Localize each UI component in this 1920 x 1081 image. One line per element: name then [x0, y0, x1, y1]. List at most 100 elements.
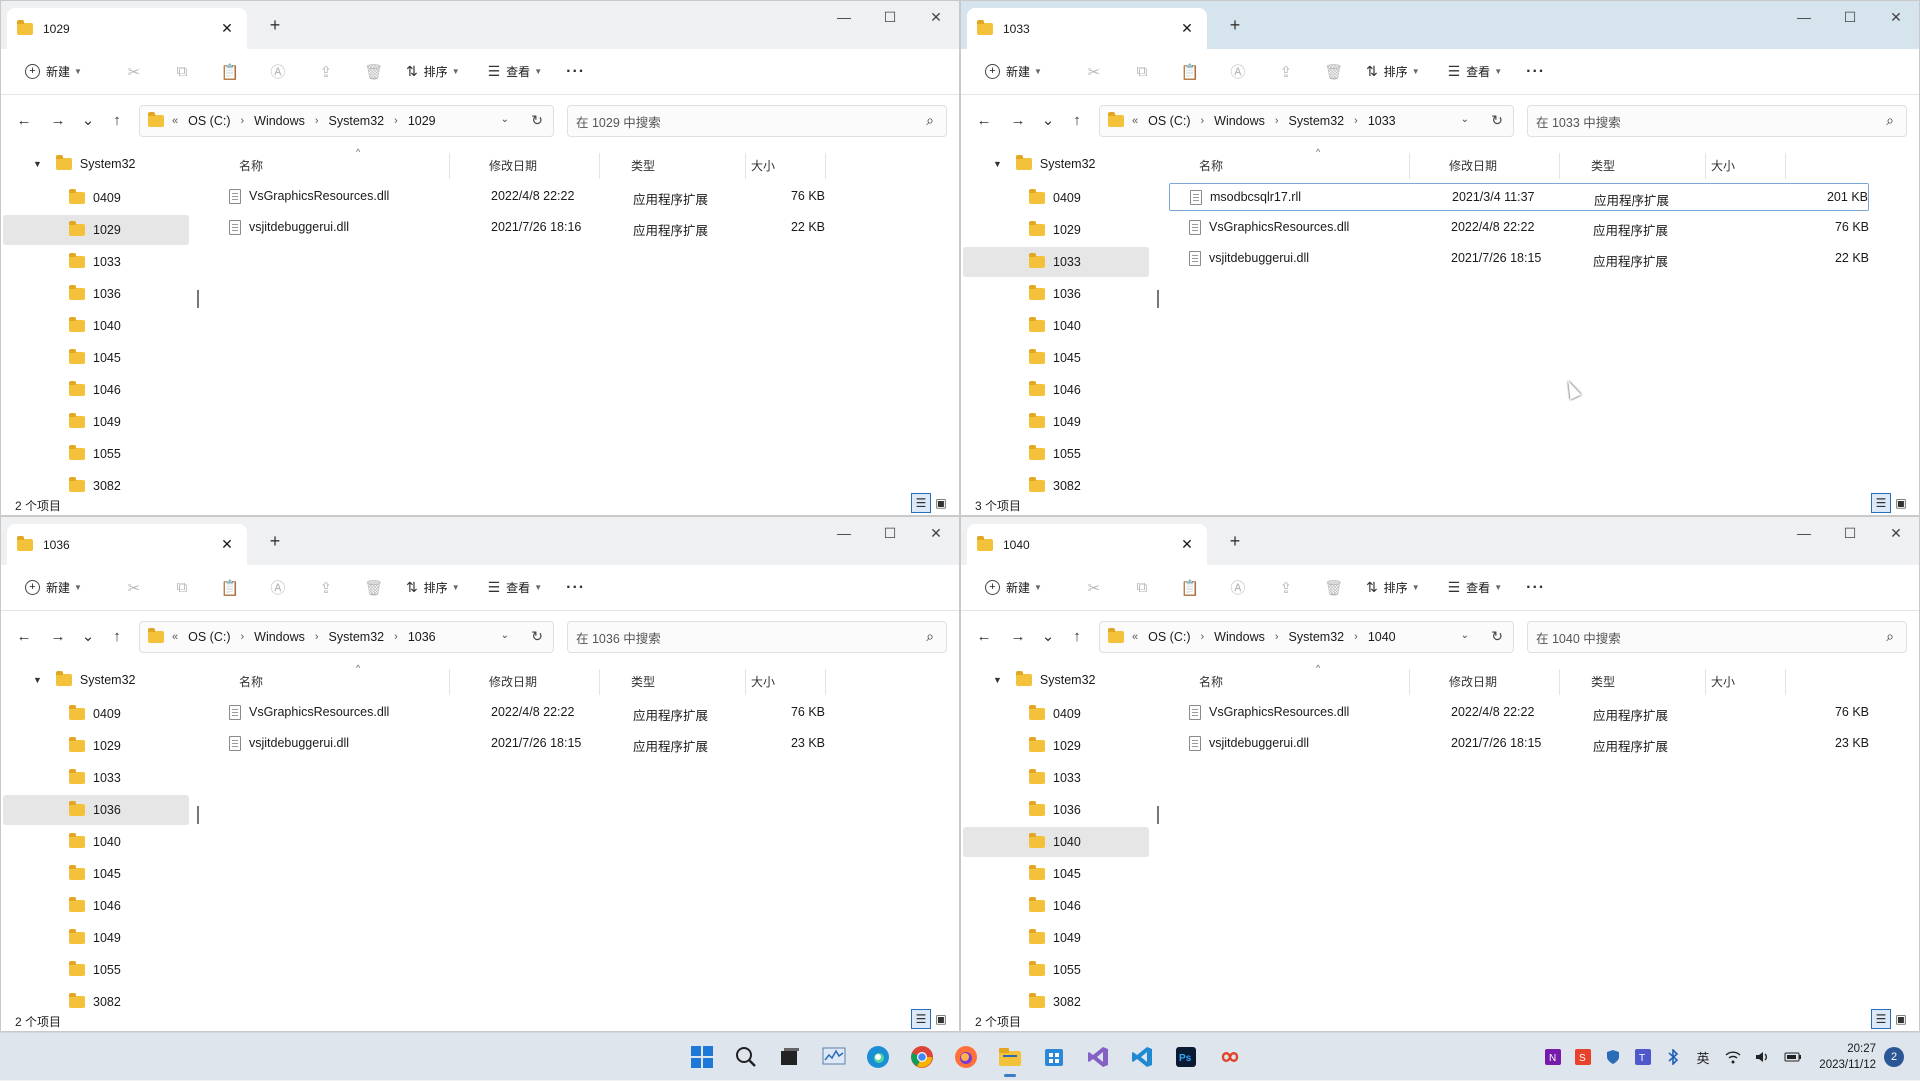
close-tab-icon[interactable]: ✕ — [1177, 20, 1197, 37]
column-header-name[interactable]: 名称 — [1199, 673, 1223, 690]
paste-icon[interactable]: 📋 — [206, 573, 254, 603]
breadcrumb-chevron-icon[interactable]: › — [394, 631, 398, 643]
tree-item-1055[interactable]: 1055 — [963, 955, 1149, 985]
tree-item-1045[interactable]: 1045 — [3, 859, 189, 889]
clock[interactable]: 20:27 2023/11/12 — [1808, 1041, 1876, 1073]
rename-icon[interactable]: Ⓐ — [254, 57, 302, 87]
new-button[interactable]: + 新建 ▼ — [979, 573, 1048, 603]
column-divider[interactable] — [1409, 669, 1410, 695]
tree-item-system32[interactable]: ▼ System32 — [993, 671, 1096, 687]
tab-1033[interactable]: 1033 ✕ — [967, 8, 1207, 49]
search-icon[interactable]: ⌕ — [1886, 628, 1894, 645]
breadcrumb-item[interactable]: 1036 — [408, 630, 436, 644]
tree-item-1045[interactable]: 1045 — [963, 343, 1149, 373]
tree-item-1046[interactable]: 1046 — [963, 375, 1149, 405]
close-tab-icon[interactable]: ✕ — [217, 536, 237, 553]
column-divider[interactable] — [1785, 669, 1786, 695]
breadcrumb-chevron-icon[interactable]: › — [394, 115, 398, 127]
forward-icon[interactable]: → — [1007, 625, 1029, 647]
address-dropdown-icon[interactable]: ⌄ — [1461, 630, 1469, 641]
view-button[interactable]: ☰ 查看 ▼ — [482, 57, 549, 87]
security-icon[interactable] — [1598, 1042, 1628, 1072]
large-icons-view-icon[interactable]: ▣ — [1891, 1009, 1911, 1029]
column-header-name[interactable]: 名称 — [239, 673, 263, 690]
tree-item-system32[interactable]: ▼ System32 — [33, 155, 136, 171]
column-header-type[interactable]: 类型 — [1591, 673, 1615, 690]
address-bar[interactable]: « OS (C:) › Windows › System32 › 1040 ⌄ ↻ — [1099, 621, 1514, 653]
column-header-date[interactable]: 修改日期 — [489, 157, 537, 174]
cut-icon[interactable]: ✂ — [1070, 573, 1118, 603]
tree-item-1049[interactable]: 1049 — [963, 407, 1149, 437]
column-divider[interactable] — [1785, 153, 1786, 179]
tree-item-1033[interactable]: 1033 — [963, 247, 1149, 277]
onenote-icon[interactable]: N — [1538, 1042, 1568, 1072]
recent-locations-icon[interactable]: ⌄ — [1037, 109, 1059, 131]
tree-item-1033[interactable]: 1033 — [3, 247, 189, 277]
breadcrumb-item[interactable]: 1033 — [1368, 114, 1396, 128]
details-view-icon[interactable]: ☰ — [911, 1009, 931, 1029]
file-row[interactable]: msodbcsqlr17.rll 2021/3/4 11:37 应用程序扩展 201 … — [1169, 183, 1869, 211]
chevron-down-icon[interactable]: ▼ — [993, 675, 1002, 685]
column-divider[interactable] — [1705, 153, 1706, 179]
details-view-icon[interactable]: ☰ — [911, 493, 931, 513]
file-row[interactable]: vsjitdebuggerui.dll 2021/7/26 18:16 应用程序扩展… — [209, 214, 909, 242]
large-icons-view-icon[interactable]: ▣ — [1891, 493, 1911, 513]
forward-icon[interactable]: → — [1007, 109, 1029, 131]
tree-item-1033[interactable]: 1033 — [963, 763, 1149, 793]
column-header-type[interactable]: 类型 — [631, 673, 655, 690]
breadcrumb-item[interactable]: Windows — [254, 114, 305, 128]
forward-icon[interactable]: → — [47, 625, 69, 647]
breadcrumb-chevron-icon[interactable]: › — [315, 631, 319, 643]
teams-icon[interactable]: T — [1628, 1042, 1658, 1072]
maximize-icon[interactable]: ☐ — [867, 517, 913, 549]
rename-icon[interactable]: Ⓐ — [1214, 57, 1262, 87]
paste-icon[interactable]: 📋 — [206, 57, 254, 87]
address-dropdown-icon[interactable]: ⌄ — [1461, 114, 1469, 125]
breadcrumb-chevron-icon[interactable]: › — [240, 631, 244, 643]
search-input[interactable]: 在 1029 中搜索 ⌕ — [567, 105, 947, 137]
infinity-app-icon[interactable] — [1208, 1035, 1252, 1079]
firefox-icon[interactable] — [944, 1035, 988, 1079]
back-icon[interactable]: ← — [973, 109, 995, 131]
new-button[interactable]: + 新建 ▼ — [19, 573, 88, 603]
tree-item-system32[interactable]: ▼ System32 — [993, 155, 1096, 171]
breadcrumb-chevron-icon[interactable]: › — [1354, 631, 1358, 643]
scrollbar-thumb[interactable] — [1157, 806, 1159, 824]
scrollbar-thumb[interactable] — [1157, 290, 1159, 308]
breadcrumb-item[interactable]: Windows — [1214, 630, 1265, 644]
copy-icon[interactable]: ⧉ — [158, 573, 206, 603]
column-header-date[interactable]: 修改日期 — [489, 673, 537, 690]
column-divider[interactable] — [449, 669, 450, 695]
tree-item-0409[interactable]: 0409 — [963, 183, 1149, 213]
breadcrumb-chevron-icon[interactable]: › — [1275, 115, 1279, 127]
tab-1029[interactable]: 1029 ✕ — [7, 8, 247, 49]
up-icon[interactable]: ↑ — [106, 109, 128, 131]
chevron-down-icon[interactable]: ▼ — [33, 159, 42, 169]
photoshop-icon[interactable]: Ps — [1164, 1035, 1208, 1079]
breadcrumb-item[interactable]: System32 — [329, 630, 385, 644]
breadcrumb-drive[interactable]: OS (C:) — [188, 114, 230, 128]
tree-item-1036[interactable]: 1036 — [963, 279, 1149, 309]
minimize-icon[interactable]: — — [1781, 1, 1827, 33]
breadcrumb-item[interactable]: 1040 — [1368, 630, 1396, 644]
more-options-icon[interactable]: ··· — [566, 63, 585, 81]
large-icons-view-icon[interactable]: ▣ — [931, 493, 951, 513]
share-icon[interactable]: ⇪ — [302, 573, 350, 603]
address-bar[interactable]: « OS (C:) › Windows › System32 › 1029 ⌄ ↻ — [139, 105, 554, 137]
recent-locations-icon[interactable]: ⌄ — [77, 625, 99, 647]
wifi-icon[interactable] — [1718, 1042, 1748, 1072]
new-tab-icon[interactable]: + — [265, 15, 285, 36]
task-view-icon[interactable] — [768, 1035, 812, 1079]
column-divider[interactable] — [1705, 669, 1706, 695]
file-row[interactable]: VsGraphicsResources.dll 2022/4/8 22:22 应用程… — [209, 699, 909, 727]
share-icon[interactable]: ⇪ — [302, 57, 350, 87]
forward-icon[interactable]: → — [47, 109, 69, 131]
address-bar[interactable]: « OS (C:) › Windows › System32 › 1033 ⌄ ↻ — [1099, 105, 1514, 137]
close-window-icon[interactable]: ✕ — [1873, 1, 1919, 33]
copy-icon[interactable]: ⧉ — [1118, 57, 1166, 87]
breadcrumb-chevron-icon[interactable]: › — [1200, 631, 1204, 643]
tree-item-system32[interactable]: ▼ System32 — [33, 671, 136, 687]
overflow-icon[interactable]: « — [1132, 631, 1138, 643]
large-icons-view-icon[interactable]: ▣ — [931, 1009, 951, 1029]
breadcrumb-chevron-icon[interactable]: › — [315, 115, 319, 127]
